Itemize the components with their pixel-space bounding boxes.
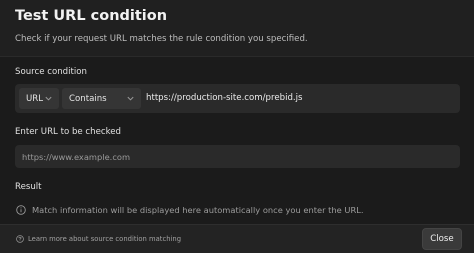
result-message: Match information will be displayed here… — [32, 205, 364, 215]
source-condition-label: Source condition — [15, 67, 87, 77]
chevron-down-icon — [45, 96, 52, 101]
source-key-select-value: URL — [26, 93, 44, 104]
info-circle-icon — [16, 205, 26, 215]
dialog-footer: Learn more about source condition matchi… — [0, 224, 474, 253]
url-check-input[interactable] — [15, 145, 460, 168]
dialog-subtitle: Check if your request URL matches the ru… — [15, 34, 308, 44]
help-link[interactable]: Learn more about source condition matchi… — [28, 235, 181, 243]
source-key-select[interactable]: URL — [19, 88, 59, 109]
question-circle-icon — [16, 235, 24, 243]
chevron-down-icon — [127, 96, 134, 101]
dialog-header: Test URL condition Check if your request… — [0, 0, 474, 56]
dialog-title: Test URL condition — [15, 8, 168, 24]
source-operator-select[interactable]: Contains — [62, 88, 141, 109]
url-check-label: Enter URL to be checked — [15, 127, 122, 137]
source-condition-row: URL Contains https://production-site.com… — [15, 84, 460, 113]
source-operator-select-value: Contains — [69, 93, 107, 104]
close-button[interactable]: Close — [422, 228, 462, 250]
result-label: Result — [15, 182, 42, 192]
dialog-body: Source condition URL Contains https://pr… — [0, 56, 474, 224]
source-condition-value: https://production-site.com/prebid.js — [146, 93, 303, 103]
